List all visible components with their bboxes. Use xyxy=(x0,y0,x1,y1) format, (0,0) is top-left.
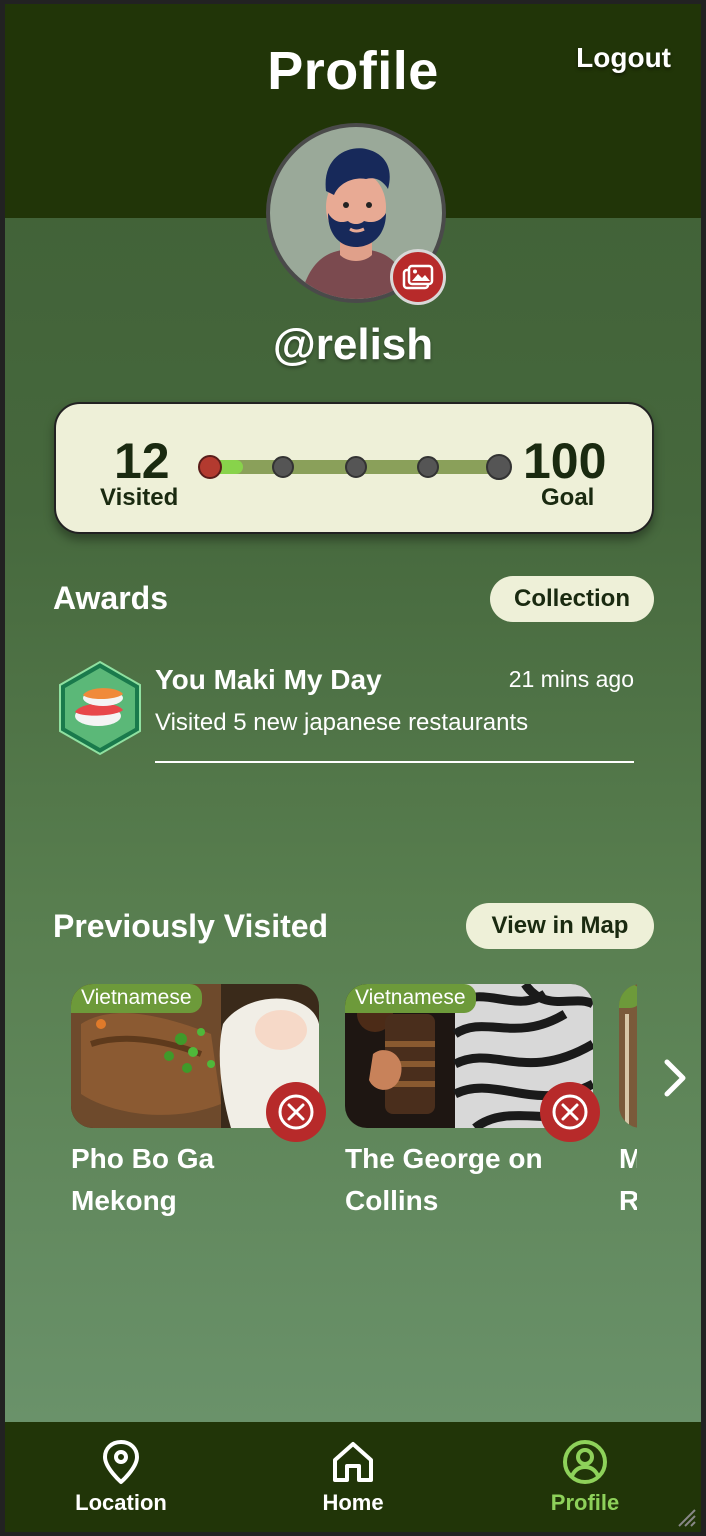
progress-card: 12 Visited 100 Goal xyxy=(54,402,654,534)
progress-track xyxy=(198,454,512,480)
progress-milestone xyxy=(345,456,367,478)
divider xyxy=(155,761,634,763)
remove-visit-button[interactable] xyxy=(266,1082,326,1142)
award-time: 21 mins ago xyxy=(508,666,634,692)
restaurant-name: The George on Collins xyxy=(345,1143,543,1216)
location-pin-icon xyxy=(103,1440,139,1484)
chevron-right-icon[interactable] xyxy=(657,1056,693,1100)
nav-label: Profile xyxy=(550,1490,620,1515)
view-in-map-button[interactable]: View in Map xyxy=(466,903,654,949)
awards-title: Awards xyxy=(53,580,169,616)
progress-milestone xyxy=(272,456,294,478)
app-frame: Profile Logout @relish 12 Visited 100 Go… xyxy=(0,0,706,1536)
nav-label: Location xyxy=(75,1490,167,1515)
progress-start-marker xyxy=(198,455,222,479)
close-circle-icon xyxy=(552,1094,588,1130)
home-icon xyxy=(333,1442,373,1482)
nav-location[interactable]: Location xyxy=(46,1422,196,1532)
nav-label: Home xyxy=(322,1490,384,1515)
close-circle-icon xyxy=(278,1094,314,1130)
change-photo-button[interactable] xyxy=(390,249,446,305)
goal-label: Goal xyxy=(541,484,595,511)
visited-label: Visited xyxy=(100,484,179,511)
restaurant-photo xyxy=(619,984,637,1128)
award-description: Visited 5 new japanese restaurants xyxy=(155,709,529,736)
collection-button[interactable]: Collection xyxy=(490,576,654,622)
visited-count: 12 xyxy=(114,433,170,489)
cuisine-tag: Vietnamese xyxy=(345,984,476,1013)
logout-button[interactable]: Logout xyxy=(576,42,671,74)
goal-count: 100 xyxy=(523,433,607,489)
nav-profile[interactable]: Profile xyxy=(510,1422,660,1532)
remove-visit-button[interactable] xyxy=(540,1082,600,1142)
restaurant-name: M R xyxy=(619,1143,637,1216)
user-circle-icon xyxy=(563,1440,607,1484)
cuisine-tag xyxy=(619,984,637,1008)
restaurant-card[interactable]: M R xyxy=(619,984,637,1222)
progress-goal-marker xyxy=(486,454,512,480)
nav-home[interactable]: Home xyxy=(278,1422,428,1532)
cuisine-tag: Vietnamese xyxy=(71,984,202,1013)
profile-screen: Profile Logout @relish 12 Visited 100 Go… xyxy=(5,4,701,1532)
image-icon xyxy=(402,264,434,290)
sushi-badge-icon xyxy=(59,660,141,756)
award-title: You Maki My Day xyxy=(155,664,382,695)
restaurant-name: Pho Bo Ga Mekong xyxy=(71,1143,215,1216)
username: @relish xyxy=(272,320,434,369)
previously-visited-title: Previously Visited xyxy=(53,908,329,944)
progress-milestone xyxy=(417,456,439,478)
resize-grip-icon[interactable] xyxy=(675,1506,697,1528)
bottom-nav: Location Home Profile xyxy=(5,1422,701,1532)
